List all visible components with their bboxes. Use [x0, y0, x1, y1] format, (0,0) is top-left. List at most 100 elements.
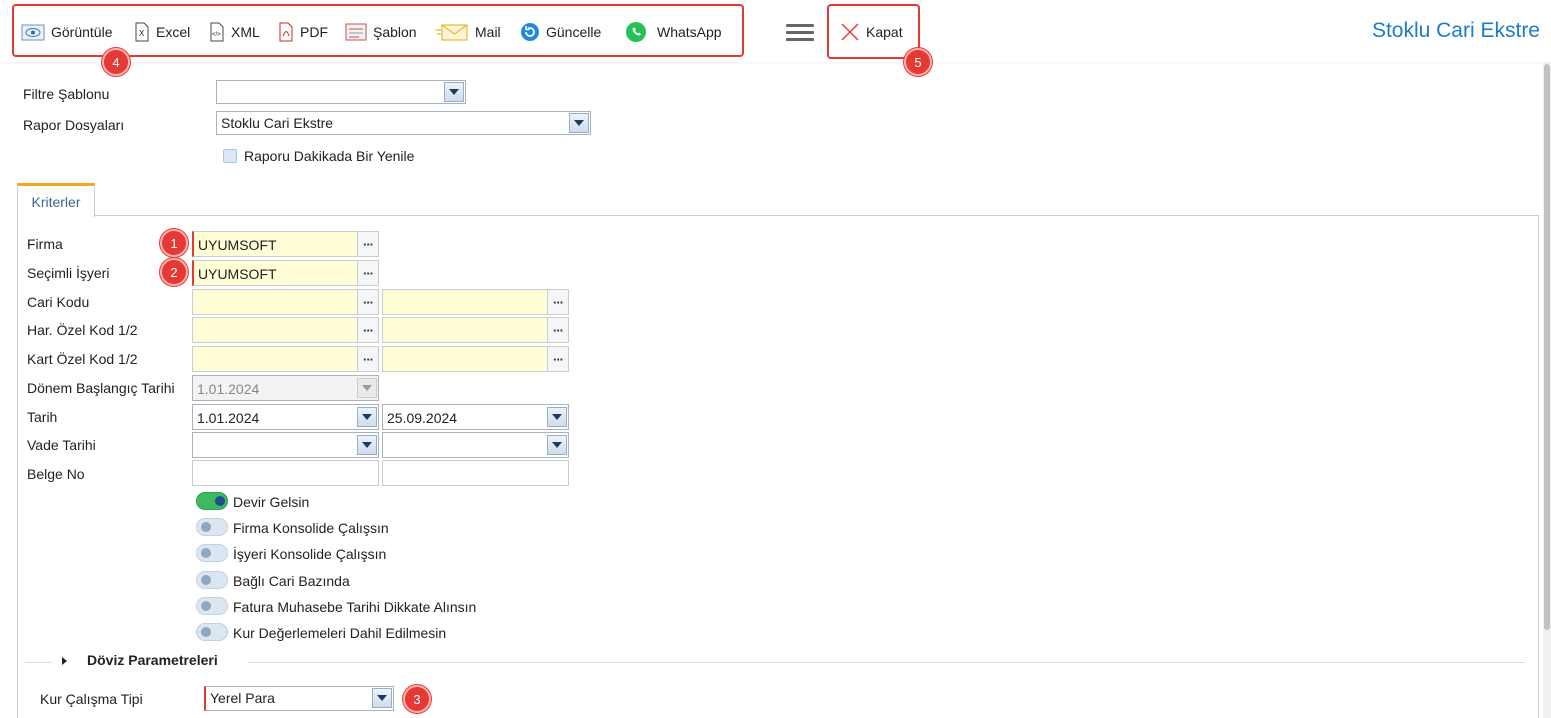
expand-triangle-icon[interactable] — [62, 657, 67, 665]
donem-baslangic-date: 1.01.2024 — [192, 375, 379, 401]
report-files-value: Stoklu Cari Ekstre — [221, 115, 334, 131]
xml-button[interactable]: </> XML — [209, 20, 260, 44]
isyeri-value: UYUMSOFT — [198, 266, 277, 282]
annotation-badge-4: 4 — [102, 48, 130, 76]
cari-kodu-end-lookup-button[interactable]: ··· — [547, 289, 569, 315]
excel-button[interactable]: X Excel — [134, 20, 190, 44]
kart-ozel-kod-2-lookup-button[interactable]: ··· — [547, 346, 569, 372]
kur-tipi-value: Yerel Para — [210, 690, 275, 706]
kart-ozel-kod-1-lookup-button[interactable]: ··· — [357, 346, 379, 372]
tarih-label: Tarih — [27, 409, 58, 425]
cari-kodu-label: Cari Kodu — [27, 294, 90, 310]
pdf-icon — [279, 22, 293, 42]
filter-template-select[interactable] — [216, 80, 466, 104]
pdf-button[interactable]: PDF — [278, 20, 328, 44]
mail-icon — [435, 24, 468, 41]
vertical-scrollbar[interactable] — [1543, 62, 1551, 718]
chevron-down-icon[interactable] — [547, 407, 567, 427]
vade-tarihi-label: Vade Tarihi — [27, 437, 96, 453]
kur-tipi-label: Kur Çalışma Tipi — [40, 691, 143, 707]
close-icon — [841, 23, 859, 41]
chevron-down-icon[interactable] — [372, 688, 392, 708]
section-divider-right — [248, 662, 1525, 663]
refresh-icon — [521, 23, 539, 41]
cari-kodu-start-input[interactable] — [192, 289, 358, 315]
har-ozel-kod-label: Har. Özel Kod 1/2 — [27, 322, 138, 338]
close-button[interactable]: Kapat — [840, 20, 903, 44]
annotation-badge-2: 2 — [160, 258, 188, 286]
refresh-minutely-checkbox[interactable] — [223, 149, 237, 163]
har-ozel-kod-1-lookup-button[interactable]: ··· — [357, 317, 379, 343]
scrollbar-thumb[interactable] — [1544, 64, 1550, 630]
kart-ozel-kod-label: Kart Özel Kod 1/2 — [27, 351, 138, 367]
devir-gelsin-label: Devir Gelsin — [233, 494, 310, 510]
whatsapp-button[interactable]: WhatsApp — [625, 20, 722, 44]
chevron-down-icon[interactable] — [357, 435, 377, 455]
kart-ozel-kod-2-input[interactable] — [382, 346, 548, 372]
vade-tarihi-start-date[interactable] — [192, 432, 379, 458]
chevron-down-icon[interactable] — [547, 435, 567, 455]
kart-ozel-kod-1-input[interactable] — [192, 346, 358, 372]
isyeri-konsolide-toggle[interactable] — [196, 544, 228, 562]
mail-button-label: Mail — [475, 24, 501, 40]
toolbar: Görüntüle X Excel </> XML PDF Şablon Mai… — [0, 0, 1551, 62]
mail-button[interactable]: Mail — [435, 20, 501, 44]
firma-lookup-button[interactable]: ··· — [357, 231, 379, 257]
chevron-down-icon[interactable] — [569, 113, 589, 133]
tarih-end-date[interactable]: 25.09.2024 — [382, 404, 569, 430]
bagli-cari-toggle[interactable] — [196, 571, 228, 589]
close-button-label: Kapat — [866, 24, 903, 40]
filter-template-label: Filtre Şablonu — [23, 86, 110, 102]
template-button[interactable]: Şablon — [345, 20, 417, 44]
chevron-down-icon[interactable] — [357, 407, 377, 427]
xml-icon: </> — [210, 22, 224, 42]
har-ozel-kod-2-lookup-button[interactable]: ··· — [547, 317, 569, 343]
refresh-button[interactable]: Güncelle — [520, 20, 601, 44]
svg-text:</>: </> — [212, 32, 221, 38]
xml-button-label: XML — [231, 24, 260, 40]
cari-kodu-start-lookup-button[interactable]: ··· — [357, 289, 379, 315]
whatsapp-button-label: WhatsApp — [657, 24, 722, 40]
tarih-start-value: 1.01.2024 — [197, 410, 260, 426]
annotation-badge-1: 1 — [160, 229, 188, 257]
chevron-down-icon[interactable] — [444, 82, 464, 102]
svg-text:X: X — [139, 29, 145, 38]
kur-tipi-select[interactable]: Yerel Para — [204, 686, 394, 711]
firma-value: UYUMSOFT — [198, 237, 277, 253]
page-title: Stoklu Cari Ekstre — [1371, 19, 1540, 42]
annotation-badge-3: 3 — [403, 685, 431, 713]
view-button[interactable]: Görüntüle — [21, 20, 112, 44]
excel-icon: X — [135, 22, 149, 42]
kur-degerlemeleri-label: Kur Değerlemeleri Dahil Edilmesin — [233, 625, 447, 641]
isyeri-lookup-button[interactable]: ··· — [357, 260, 379, 286]
isyeri-konsolide-label: İşyeri Konsolide Çalışsın — [233, 546, 387, 562]
har-ozel-kod-2-input[interactable] — [382, 317, 548, 343]
belge-no-label: Belge No — [27, 466, 85, 482]
view-icon — [21, 24, 45, 41]
tarih-start-date[interactable]: 1.01.2024 — [192, 404, 379, 430]
refresh-button-label: Güncelle — [546, 24, 602, 40]
isyeri-input[interactable]: UYUMSOFT — [192, 260, 358, 286]
har-ozel-kod-1-input[interactable] — [192, 317, 358, 343]
menu-hamburger-icon[interactable] — [786, 24, 814, 42]
belge-no-end-input[interactable] — [382, 460, 569, 486]
tab-criteria[interactable]: Kriterler — [17, 183, 95, 217]
fatura-muhasebe-toggle[interactable] — [196, 597, 228, 615]
devir-gelsin-toggle[interactable] — [196, 492, 228, 510]
refresh-minutely-label: Raporu Dakikada Bir Yenile — [244, 148, 415, 164]
donem-baslangic-label: Dönem Başlangıç Tarihi — [27, 380, 175, 396]
report-files-select[interactable]: Stoklu Cari Ekstre — [216, 111, 591, 135]
fatura-muhasebe-label: Fatura Muhasebe Tarihi Dikkate Alınsın — [233, 599, 477, 615]
belge-no-start-input[interactable] — [192, 460, 379, 486]
excel-button-label: Excel — [156, 24, 191, 40]
doviz-parametreleri-header[interactable]: Döviz Parametreleri — [87, 652, 218, 668]
cari-kodu-end-input[interactable] — [382, 289, 548, 315]
pdf-button-label: PDF — [300, 24, 328, 40]
vade-tarihi-end-date[interactable] — [382, 432, 569, 458]
firma-input[interactable]: UYUMSOFT — [192, 231, 358, 257]
section-divider-left — [25, 662, 52, 663]
kur-degerlemeleri-toggle[interactable] — [196, 623, 228, 641]
firma-konsolide-toggle[interactable] — [196, 518, 228, 536]
template-button-label: Şablon — [373, 24, 417, 40]
report-files-label: Rapor Dosyaları — [23, 117, 125, 133]
